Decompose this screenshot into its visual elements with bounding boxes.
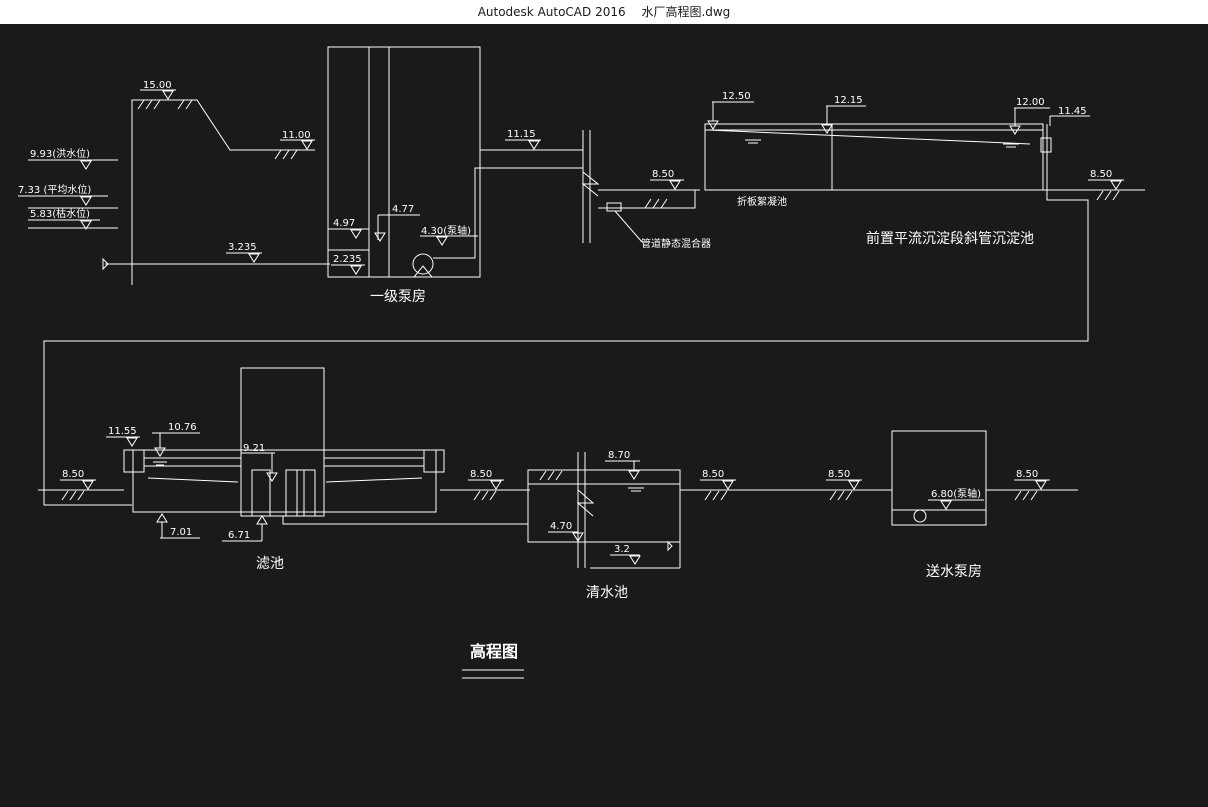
- elevation-marker[interactable]: 6.71: [222, 515, 268, 542]
- elevation-marker[interactable]: 6.80(泵轴): [928, 487, 984, 510]
- window-title-bar: Autodesk AutoCAD 2016 水厂高程图.dwg: [0, 0, 1208, 24]
- caption-sedimentation-tank: 前置平流沉淀段斜管沉淀池: [866, 230, 1034, 247]
- file-name: 水厂高程图.dwg: [641, 5, 731, 19]
- caption-pump-house-1: 一级泵房: [370, 289, 426, 305]
- elevation-marker[interactable]: 7.33 (平均水位): [18, 183, 108, 206]
- elevation-label: 5.83(枯水位): [30, 207, 90, 220]
- elevation-label: 8.50: [702, 469, 724, 480]
- elevation-marker[interactable]: 15.00: [140, 80, 176, 100]
- elevation-marker[interactable]: 9.21: [241, 443, 278, 482]
- elevation-label: 9.21: [243, 443, 265, 454]
- elevation-label: 11.55: [108, 426, 137, 437]
- app-name: Autodesk AutoCAD 2016: [477, 5, 626, 19]
- elevation-label: 6.71: [228, 530, 250, 541]
- elevation-marker[interactable]: 8.50: [1014, 469, 1050, 490]
- elevation-label: 12.15: [834, 95, 863, 106]
- caption-flocculation-tank: 折板絮凝池: [737, 195, 787, 208]
- elevation-marker[interactable]: 12.00: [1009, 97, 1050, 135]
- elevation-marker[interactable]: 3.2: [610, 544, 641, 565]
- pump-house-1[interactable]: [327, 46, 583, 278]
- elevation-label: 4.77: [392, 204, 414, 215]
- elevation-marker[interactable]: 7.01: [156, 513, 200, 539]
- elevation-label: 11.00: [282, 130, 311, 141]
- elevation-label: 8.50: [652, 169, 674, 180]
- elevation-label: 7.01: [170, 527, 192, 538]
- caption-static-mixer: 管道静态混合器: [641, 237, 711, 250]
- elevation-marker[interactable]: 8.50: [650, 169, 684, 190]
- caption-clear-water-tank: 清水池: [586, 585, 628, 601]
- elevation-marker[interactable]: 8.50: [1088, 169, 1124, 190]
- elevation-marker[interactable]: 4.77: [374, 204, 420, 242]
- drawing-canvas[interactable]: 15.00 11.00 9.93(洪水位) 7.33 (平均水位) 5.83(枯…: [0, 24, 1208, 803]
- elevation-label: 8.50: [828, 469, 850, 480]
- elevation-marker[interactable]: 4.30(泵轴): [420, 224, 478, 246]
- elevation-label: 3.235: [228, 242, 257, 253]
- elevation-label: 12.50: [722, 91, 751, 102]
- elevation-marker[interactable]: 11.00: [280, 130, 315, 150]
- elevation-label: 8.50: [470, 469, 492, 480]
- elevation-marker[interactable]: 9.93(洪水位): [28, 147, 100, 170]
- elevation-label: 11.15: [507, 129, 536, 140]
- elevation-label: 4.70: [550, 521, 572, 532]
- caption-pump-house-2: 送水泵房: [926, 564, 982, 580]
- elevation-marker[interactable]: 12.50: [707, 91, 754, 130]
- pump-house-2[interactable]: [891, 430, 1078, 526]
- filter-tank[interactable]: [38, 367, 530, 525]
- elevation-label: 8.50: [62, 469, 84, 480]
- elevation-marker[interactable]: 8.70: [605, 450, 640, 480]
- elevation-label: 11.45: [1058, 106, 1087, 117]
- caption-filter: 滤池: [256, 556, 284, 572]
- title-underline: [462, 669, 524, 679]
- elevation-label: 4.30(泵轴): [421, 224, 471, 237]
- elevation-marker[interactable]: 3.235: [226, 242, 262, 263]
- elevation-label: 15.00: [143, 80, 172, 91]
- elevation-marker[interactable]: 12.15: [821, 95, 866, 134]
- elevation-label: 4.97: [333, 218, 355, 229]
- static-mixer[interactable]: [581, 130, 700, 243]
- elevation-marker[interactable]: 5.83(枯水位): [28, 207, 100, 230]
- elevation-marker[interactable]: 8.50: [700, 469, 736, 490]
- elevation-label: 8.70: [608, 450, 630, 461]
- elevation-label: 3.2: [614, 544, 630, 555]
- elevation-label: 12.00: [1016, 97, 1045, 108]
- elevation-marker[interactable]: 11.55: [106, 426, 140, 447]
- elevation-marker[interactable]: 2.235: [331, 254, 365, 275]
- elevation-marker[interactable]: 8.50: [826, 469, 862, 490]
- elevation-label: 2.235: [333, 254, 362, 265]
- elevation-label: 10.76: [168, 422, 197, 433]
- elevation-label: 8.50: [1016, 469, 1038, 480]
- elevation-marker[interactable]: 10.76: [152, 422, 200, 457]
- elevation-marker[interactable]: 11.45: [1049, 106, 1090, 126]
- elevation-marker[interactable]: 8.50: [60, 469, 96, 490]
- elevation-label: 7.33 (平均水位): [18, 183, 91, 196]
- elevation-label: 8.50: [1090, 169, 1112, 180]
- elevation-marker[interactable]: 11.15: [505, 129, 541, 150]
- elevation-label: 6.80(泵轴): [931, 487, 981, 500]
- elevation-marker[interactable]: 4.97: [331, 218, 365, 239]
- drawing-svg[interactable]: 15.00 11.00 9.93(洪水位) 7.33 (平均水位) 5.83(枯…: [0, 24, 1208, 803]
- elevation-marker[interactable]: 8.50: [468, 469, 504, 490]
- drawing-title: 高程图: [470, 642, 518, 661]
- elevation-label: 9.93(洪水位): [30, 147, 90, 160]
